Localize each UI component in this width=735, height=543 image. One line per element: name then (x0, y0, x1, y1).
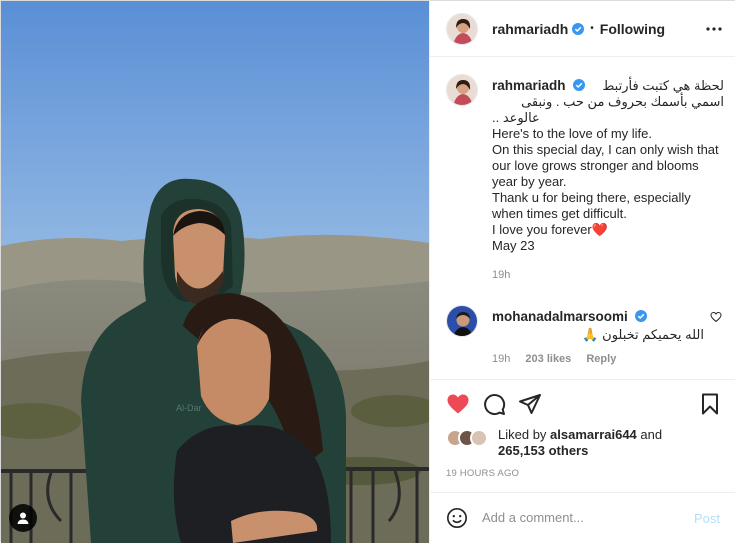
liker-avatars[interactable] (446, 427, 494, 447)
comment-text: الله يحميكم تخبلون 🙏 (582, 327, 704, 342)
comment-item: mohanadalmarsoomi الله يحميكم تخبلون 🙏 (492, 308, 704, 344)
comment-time[interactable]: 19h (492, 353, 510, 365)
caption-arabic-line-2: اسمي بأسمك بحروف من حب . ونبقى (521, 94, 724, 109)
commenter-avatar[interactable] (446, 305, 478, 337)
caption-line: Thank u for being there, especially when… (492, 190, 691, 221)
comment-composer: Post (430, 492, 735, 542)
comment-input[interactable] (482, 510, 682, 525)
comment-like-icon[interactable] (710, 311, 722, 323)
author-avatar[interactable] (446, 12, 478, 45)
comment-icon[interactable] (482, 392, 506, 416)
verified-badge-icon (572, 22, 585, 35)
caption-line: On this special day, I can only wish tha… (492, 142, 719, 189)
comments-section[interactable]: rahmariadh لحظة هي كتبت فأرتبط اسمي بأسم… (430, 58, 735, 378)
post-photo[interactable]: Al-Dar (1, 1, 429, 543)
commenter-username[interactable]: mohanadalmarsoomi (492, 309, 628, 324)
likes-text: Liked by alsamarrai644 and 265,153 other… (498, 427, 708, 459)
verified-badge-icon (573, 79, 586, 91)
tagged-user-icon[interactable] (9, 504, 37, 532)
liker-avatar[interactable] (470, 429, 488, 447)
post-caption: rahmariadh لحظة هي كتبت فأرتبط اسمي بأسم… (492, 78, 724, 254)
svg-text:Al-Dar: Al-Dar (176, 403, 202, 413)
likes-others[interactable]: 265,153 others (498, 443, 588, 458)
caption-arabic-line-3: عالوعد .. (492, 110, 540, 125)
post-side-panel: rahmariadh • Following rahmariadh لحظة ه… (429, 1, 735, 542)
photo-illustration: Al-Dar (1, 1, 429, 543)
following-button[interactable]: Following (600, 21, 665, 37)
share-icon[interactable] (518, 392, 542, 416)
like-heart-icon[interactable] (446, 392, 470, 416)
reply-button[interactable]: Reply (586, 353, 616, 365)
verified-badge-icon (635, 310, 648, 322)
liker-username[interactable]: alsamarrai644 (550, 427, 637, 442)
author-username[interactable]: rahmariadh (492, 21, 568, 37)
comment-meta: 19h 203 likes Reply (492, 353, 628, 365)
likes-middle: and (640, 427, 663, 442)
action-bar (430, 379, 735, 425)
post-comment-button[interactable]: Post (694, 511, 720, 526)
post-header: rahmariadh • Following (430, 1, 735, 57)
post-timestamp[interactable]: 19 HOURS AGO (446, 468, 519, 479)
caption-arabic-line-1: لحظة هي كتبت فأرتبط (602, 78, 724, 93)
save-bookmark-icon[interactable] (698, 392, 722, 416)
separator-dot: • (590, 23, 594, 34)
likes-summary: Liked by alsamarrai644 and 265,153 other… (446, 427, 708, 459)
emoji-icon[interactable] (446, 507, 468, 529)
caption-username[interactable]: rahmariadh (492, 78, 566, 93)
more-options-icon[interactable] (704, 19, 724, 39)
caption-line: Here's to the love of my life. (492, 126, 652, 141)
likes-prefix: Liked by (498, 427, 547, 442)
caption-line: I love you forever❤️ (492, 222, 608, 237)
caption-time[interactable]: 19h (492, 269, 510, 281)
comment-likes[interactable]: 203 likes (525, 353, 571, 365)
caption-date: May 23 (492, 238, 535, 253)
post-dialog: Al-Dar rahmariadh • Following rahmariadh… (0, 0, 735, 543)
caption-avatar[interactable] (446, 74, 478, 106)
